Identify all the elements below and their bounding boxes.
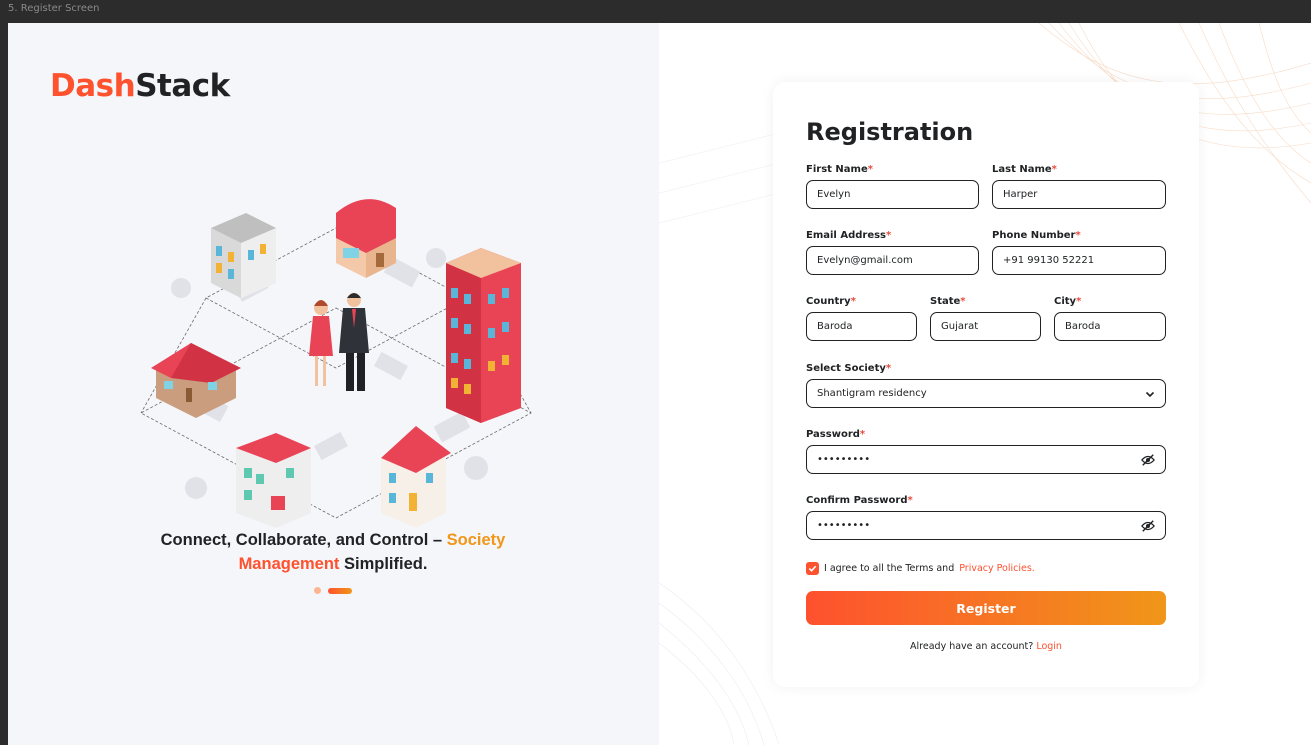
check-icon: [808, 565, 817, 572]
eye-off-icon[interactable]: [1141, 519, 1155, 533]
password-input[interactable]: •••••••••: [806, 445, 1166, 474]
city-input[interactable]: Baroda: [1054, 312, 1166, 341]
phone-field: Phone Number* +91 99130 52221: [992, 230, 1166, 275]
tagline-highlight-management: Management: [238, 555, 340, 573]
society-field: Select Society* Shantigram residency: [806, 363, 1166, 408]
society-label: Select Society*: [806, 363, 892, 374]
login-prompt: Already have an account?: [910, 641, 1037, 652]
password-label: Password*: [806, 429, 866, 440]
privacy-policies-link[interactable]: Privacy Policies.: [959, 563, 1035, 574]
country-input[interactable]: Baroda: [806, 312, 917, 341]
carousel-dots: [314, 587, 352, 594]
eye-off-icon[interactable]: [1141, 453, 1155, 467]
tagline-highlight-society: Society: [446, 531, 506, 549]
phone-input[interactable]: +91 99130 52221: [992, 246, 1166, 275]
last-name-label: Last Name*: [992, 164, 1057, 175]
brand-panel: DashStack Connect, Collaborate, and Cont…: [8, 23, 659, 745]
email-label: Email Address*: [806, 230, 892, 241]
last-name-field: Last Name* Harper: [992, 164, 1166, 209]
city-field: City* Baroda: [1054, 296, 1166, 341]
tagline-suffix: Simplified.: [339, 555, 428, 573]
register-button[interactable]: Register: [806, 591, 1166, 625]
terms-checkbox[interactable]: [806, 562, 819, 575]
city-label: City*: [1054, 296, 1082, 307]
terms-text: I agree to all the Terms and: [824, 563, 955, 574]
carousel-dot-active[interactable]: [328, 587, 352, 594]
confirm-password-label: Confirm Password*: [806, 495, 913, 506]
country-label: Country*: [806, 296, 856, 307]
first-name-input[interactable]: Evelyn: [806, 180, 979, 209]
password-field: Password* •••••••••: [806, 429, 1166, 474]
state-label: State*: [930, 296, 966, 307]
form-panel: Registration First Name* Evelyn Last Nam…: [659, 23, 1311, 745]
state-field: State* Gujarat: [930, 296, 1041, 341]
login-row: Already have an account? Login: [806, 641, 1166, 652]
email-input[interactable]: Evelyn@gmail.com: [806, 246, 979, 275]
phone-label: Phone Number*: [992, 230, 1081, 241]
tagline-prefix: Connect, Collaborate, and Control –: [160, 531, 447, 549]
last-name-input[interactable]: Harper: [992, 180, 1166, 209]
carousel-dot[interactable]: [314, 587, 321, 594]
login-link[interactable]: Login: [1036, 641, 1062, 652]
country-field: Country* Baroda: [806, 296, 917, 341]
brand-logo-part2: Stack: [135, 68, 230, 104]
tagline: Connect, Collaborate, and Control – Soci…: [108, 528, 558, 576]
society-select[interactable]: Shantigram residency: [806, 379, 1166, 408]
first-name-field: First Name* Evelyn: [806, 164, 979, 209]
terms-row: I agree to all the Terms and Privacy Pol…: [806, 562, 1035, 575]
email-field: Email Address* Evelyn@gmail.com: [806, 230, 979, 275]
first-name-label: First Name*: [806, 164, 873, 175]
chevron-down-icon: [1145, 391, 1155, 397]
register-screen: DashStack Connect, Collaborate, and Cont…: [8, 23, 1311, 745]
brand-logo: DashStack: [50, 68, 230, 104]
form-title: Registration: [806, 118, 974, 146]
frame-label: 5. Register Screen: [8, 3, 100, 14]
registration-card: Registration First Name* Evelyn Last Nam…: [773, 82, 1199, 687]
brand-logo-part1: Dash: [50, 68, 136, 104]
state-input[interactable]: Gujarat: [930, 312, 1041, 341]
city-illustration: [140, 199, 532, 528]
confirm-password-field: Confirm Password* •••••••••: [806, 495, 1166, 540]
confirm-password-input[interactable]: •••••••••: [806, 511, 1166, 540]
